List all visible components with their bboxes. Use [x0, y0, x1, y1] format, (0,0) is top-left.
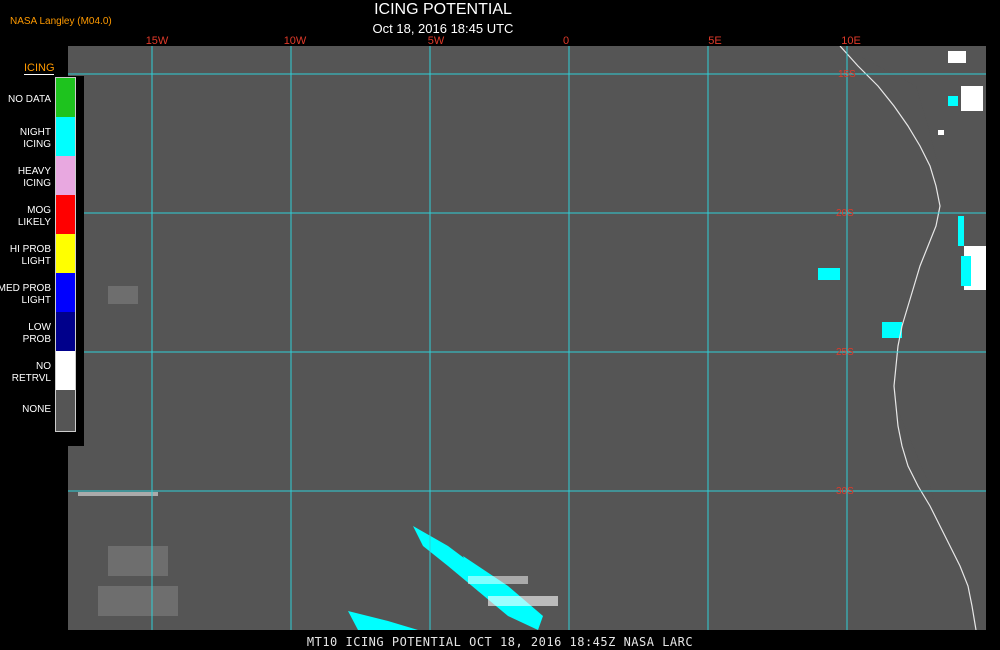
legend-label-night-icing: NIGHT ICING: [19, 127, 51, 150]
cloud-speckle: [468, 576, 528, 584]
legend-swatch-night-icing: [56, 117, 75, 156]
graticule: [68, 46, 986, 630]
cloud-patch: [938, 130, 944, 135]
legend-swatch-med-prob-light: [56, 273, 75, 312]
legend-label-no-retrieval: NO RETRVL: [11, 361, 51, 384]
legend-swatch-hi-prob-light: [56, 234, 75, 273]
map-title: ICING POTENTIAL: [374, 1, 512, 18]
legend-label-mog-likely: MOG LIKELY: [17, 205, 51, 228]
cloud-speckle: [78, 492, 158, 496]
cloud-patch: [948, 51, 966, 63]
icing-clusters: [348, 96, 971, 630]
legend-label-low-prob: LOW PROB: [22, 322, 51, 345]
map-timestamp: Oct 18, 2016 18:45 UTC: [372, 21, 514, 36]
legend-label-hi-prob-light: HI PROB LIGHT: [9, 244, 51, 267]
legend-divider: [24, 74, 54, 75]
legend-label-heavy-icing: HEAVY ICING: [17, 166, 51, 189]
legend-title: ICING: [24, 62, 55, 74]
cloud-patch: [961, 86, 983, 111]
lat-label-20s: 20S: [836, 208, 854, 219]
legend-swatch-none: [56, 390, 75, 431]
icing-patch: [961, 256, 971, 286]
legend-label-med-prob-light: MED PROB LIGHT: [0, 283, 51, 306]
cloud-speckle: [488, 596, 558, 606]
legend-swatch-heavy-icing: [56, 156, 75, 195]
legend-swatch-mog-likely: [56, 195, 75, 234]
cloud-speckle: [98, 586, 178, 616]
icing-patch: [958, 216, 964, 246]
cloud-speckle: [108, 286, 138, 304]
lat-label-25s: 25S: [836, 347, 854, 358]
legend-label-no-data: NO DATA: [8, 94, 51, 105]
cloud-speckles: [78, 286, 558, 616]
legend-swatch-low-prob: [56, 312, 75, 351]
lat-label-30s: 30S: [836, 486, 854, 497]
icing-patch: [818, 268, 840, 280]
icing-patch: [948, 96, 958, 106]
cloud-speckle: [108, 546, 168, 576]
map-canvas: 15S 20S 25S 30S: [68, 46, 986, 630]
lat-label-15s: 15S: [838, 69, 856, 80]
legend-label-none: NONE: [22, 404, 51, 415]
icing-band: [463, 556, 543, 630]
footer-caption: MT10 ICING POTENTIAL OCT 18, 2016 18:45Z…: [306, 635, 694, 649]
icing-band: [348, 611, 418, 630]
legend-color-bar: [55, 77, 76, 432]
legend-swatch-no-retrieval: [56, 351, 75, 390]
satellite-map: 15S 20S 25S 30S: [68, 46, 986, 630]
legend-swatch-no-data: [56, 78, 75, 117]
icing-patch: [882, 322, 902, 338]
